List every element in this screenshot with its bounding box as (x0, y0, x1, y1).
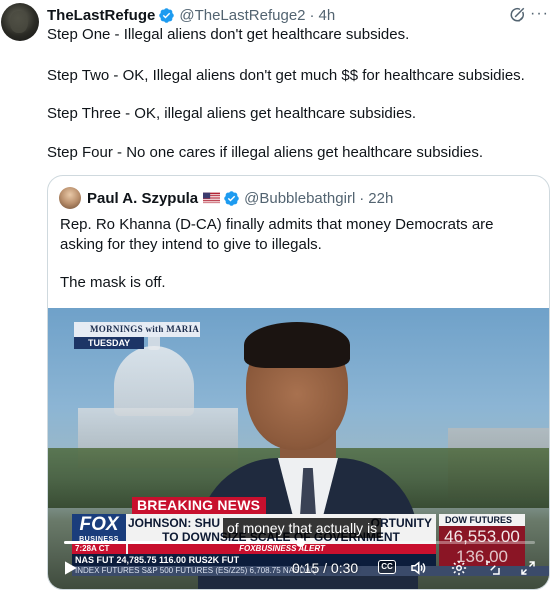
progress-fill (64, 541, 300, 544)
settings-icon[interactable] (449, 559, 469, 577)
author-name[interactable]: TheLastRefuge (47, 7, 155, 24)
tweet-text-line: Step One - Illegal aliens don't get heal… (47, 26, 410, 43)
quote-text-line: The mask is off. (60, 274, 166, 291)
play-icon[interactable] (60, 558, 80, 578)
breaking-news-banner: BREAKING NEWS (132, 497, 266, 514)
minimize-icon[interactable] (483, 559, 503, 577)
quote-time[interactable]: 22h (368, 190, 393, 207)
show-name: MORNINGS with MARIA (74, 322, 200, 337)
tweet-time[interactable]: 4h (319, 7, 336, 24)
quote-text-line: asking for they intend to give to illega… (60, 236, 322, 253)
separator-dot: · (359, 189, 365, 207)
dow-futures-label: DOW FUTURES (439, 514, 525, 526)
alert-strip: FOXBUSINESS ALERT (128, 544, 436, 554)
progress-handle[interactable] (296, 538, 305, 547)
tweet-text-line: Step Four - No one cares if illegal alie… (47, 144, 484, 161)
quote-author-avatar[interactable] (59, 187, 81, 209)
more-icon[interactable]: ··· (530, 4, 552, 24)
captions-icon[interactable]: CC (378, 560, 396, 574)
video-caption: of money that actually is (223, 518, 382, 538)
tweet-header: TheLastRefuge @TheLastRefuge2 · 4h (47, 4, 335, 26)
headline-line-1-start: JOHNSON: SHU (128, 516, 221, 530)
show-day: TUESDAY (74, 337, 144, 349)
quote-text-line: Rep. Ro Khanna (D-CA) finally admits tha… (60, 216, 494, 233)
quote-header: Paul A. Szypula @Bubblebathgirl · 22h (87, 188, 393, 208)
separator-dot: · (309, 6, 315, 24)
quote-author-handle[interactable]: @Bubblebathgirl (244, 190, 355, 207)
verified-badge-icon (159, 7, 175, 23)
show-logo: MORNINGS with MARIA TUESDAY (74, 322, 200, 350)
author-avatar[interactable] (1, 3, 39, 41)
video-player[interactable]: MORNINGS with MARIA TUESDAY BREAKING NEW… (48, 308, 549, 589)
grok-icon[interactable] (508, 6, 526, 24)
video-timecode: 0:15 / 0:30 (292, 560, 359, 576)
tweet-text-line: Step Two - OK, Illegal aliens don't get … (47, 67, 525, 84)
speaker-hair (244, 322, 350, 368)
fullscreen-icon[interactable] (518, 559, 538, 577)
local-time: 7:28A CT (72, 544, 126, 554)
capitol-dome (114, 346, 194, 416)
author-handle[interactable]: @TheLastRefuge2 (179, 7, 305, 24)
tweet-text-line: Step Three - OK, illegal aliens get heal… (47, 105, 417, 122)
network-logo-text: FOX (79, 514, 119, 535)
volume-icon[interactable] (408, 559, 428, 577)
quoted-tweet[interactable]: Paul A. Szypula @Bubblebathgirl · 22h Re… (47, 175, 550, 590)
verified-badge-icon (224, 190, 239, 206)
us-flag-icon (203, 192, 221, 204)
quote-author-name[interactable]: Paul A. Szypula (87, 190, 198, 207)
dow-futures-value: 46,553.00 (444, 527, 520, 546)
